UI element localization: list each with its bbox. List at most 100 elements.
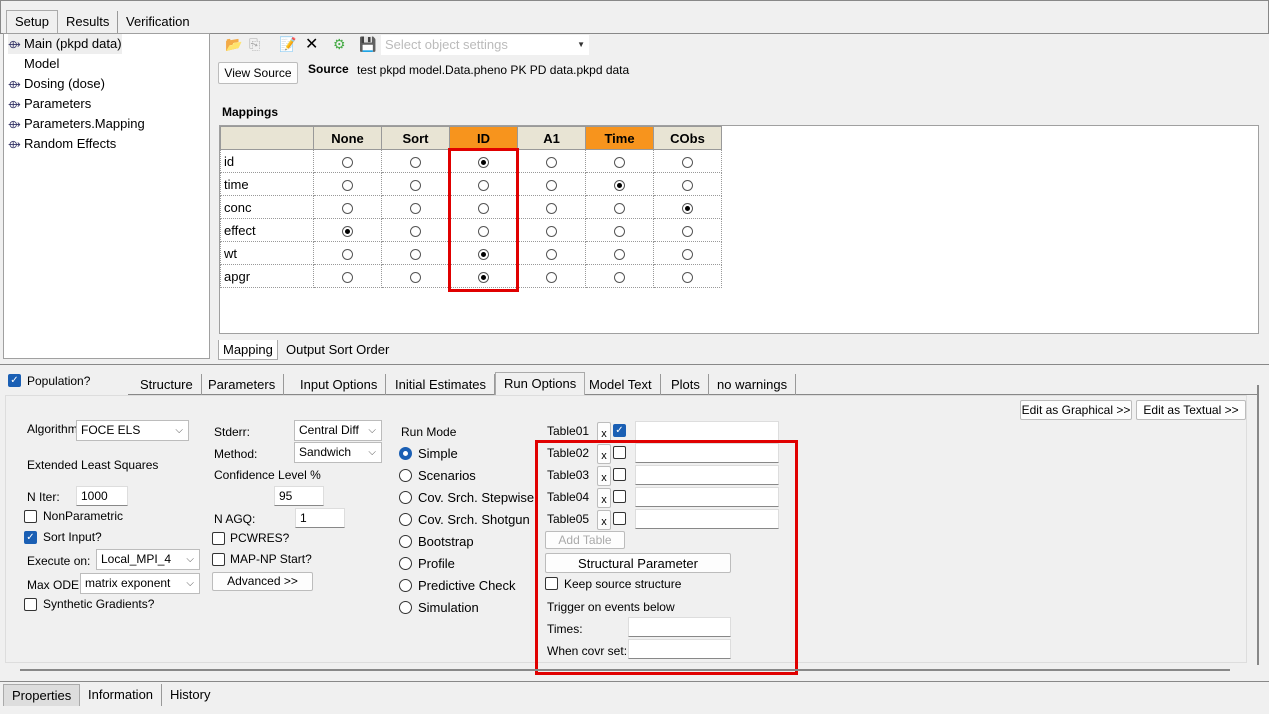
mapping-radio[interactable] <box>614 271 625 283</box>
advanced-button[interactable]: Advanced >> <box>212 572 313 591</box>
mapping-cell[interactable] <box>517 218 586 242</box>
tab-verification[interactable]: Verification <box>118 11 198 33</box>
table-enable-checkbox[interactable]: ✓ <box>613 424 626 437</box>
mapping-cell[interactable] <box>585 195 654 219</box>
run-mode-radio[interactable] <box>399 535 412 548</box>
pcwres-checkbox[interactable] <box>212 532 225 545</box>
mapping-cell[interactable] <box>381 218 450 242</box>
niter-input[interactable]: 1000 <box>76 486 128 506</box>
mapping-column-header[interactable]: Time <box>585 126 654 150</box>
mapping-cell[interactable] <box>381 149 450 173</box>
import-settings-icon[interactable]: ⚙ <box>333 36 346 53</box>
edit-as-graphical-button[interactable]: Edit as Graphical >> <box>1020 400 1132 420</box>
table-name-input[interactable] <box>635 421 779 441</box>
tab-input-options[interactable]: Input Options <box>292 374 387 396</box>
tab-plots[interactable]: Plots <box>663 374 709 396</box>
mapping-radio[interactable] <box>546 156 557 168</box>
mapping-radio[interactable] <box>682 202 693 214</box>
object-settings-select[interactable]: Select object settings ▼ <box>381 35 589 55</box>
mapping-radio[interactable] <box>342 202 353 214</box>
save-settings-icon[interactable]: 💾 <box>359 36 376 53</box>
mapping-radio[interactable] <box>614 225 625 237</box>
mapping-cell[interactable] <box>653 264 722 288</box>
mapping-cell[interactable] <box>381 195 450 219</box>
population-checkbox[interactable]: ✓ <box>8 374 21 387</box>
mapping-cell[interactable] <box>653 172 722 196</box>
mapping-cell[interactable] <box>381 172 450 196</box>
mapping-radio[interactable] <box>410 179 421 191</box>
tab-parameters[interactable]: Parameters <box>200 374 285 396</box>
mapping-cell[interactable] <box>585 218 654 242</box>
tree-item[interactable]: ⟴ Random Effects <box>8 134 116 154</box>
mapping-radio[interactable] <box>342 225 353 237</box>
mapping-cell[interactable] <box>653 218 722 242</box>
mapping-cell[interactable] <box>313 264 382 288</box>
tab-structure[interactable]: Structure <box>132 374 202 396</box>
edit-document-icon[interactable]: 📝 <box>279 36 296 53</box>
map-np-start-checkbox[interactable] <box>212 553 225 566</box>
run-mode-radio[interactable] <box>399 557 412 570</box>
mapping-radio[interactable] <box>410 271 421 283</box>
tab-no-warnings[interactable]: no warnings <box>709 374 797 396</box>
mapping-radio[interactable] <box>614 202 625 214</box>
mapping-radio[interactable] <box>410 248 421 260</box>
horizontal-scrollbar[interactable] <box>20 669 1230 671</box>
mapping-cell[interactable] <box>381 241 450 265</box>
run-mode-radio[interactable] <box>399 513 412 526</box>
tab-initial-estimates[interactable]: Initial Estimates <box>387 374 496 396</box>
mapping-radio[interactable] <box>546 202 557 214</box>
mapping-column-header[interactable]: None <box>313 126 382 150</box>
tab-model-text[interactable]: Model Text <box>581 374 661 396</box>
run-mode-radio[interactable] <box>399 491 412 504</box>
mapping-cell[interactable] <box>517 149 586 173</box>
mapping-radio[interactable] <box>342 248 353 260</box>
run-mode-radio[interactable] <box>399 469 412 482</box>
tab-output-sort-order[interactable]: Output Sort Order <box>286 342 389 357</box>
copy-icon[interactable]: ⎘ <box>249 36 260 53</box>
mapping-cell[interactable] <box>585 264 654 288</box>
mapping-radio[interactable] <box>682 248 693 260</box>
mapping-radio[interactable] <box>342 179 353 191</box>
tab-information[interactable]: Information <box>80 684 163 706</box>
mapping-cell[interactable] <box>313 149 382 173</box>
mapping-cell[interactable] <box>653 241 722 265</box>
view-source-button[interactable]: View Source <box>218 62 298 84</box>
mapping-cell[interactable] <box>381 264 450 288</box>
mapping-cell[interactable] <box>585 149 654 173</box>
open-folder-icon[interactable]: 📂 <box>225 36 242 53</box>
mapping-cell[interactable] <box>313 195 382 219</box>
tree-item[interactable]: ⟴ Dosing (dose) <box>8 74 105 94</box>
sort-input-checkbox[interactable]: ✓ <box>24 531 37 544</box>
mapping-cell[interactable] <box>517 241 586 265</box>
mapping-cell[interactable] <box>585 172 654 196</box>
mapping-column-header[interactable]: A1 <box>517 126 586 150</box>
mapping-radio[interactable] <box>410 225 421 237</box>
confidence-level-input[interactable]: 95 <box>274 486 324 506</box>
mapping-cell[interactable] <box>653 149 722 173</box>
tree-item[interactable]: ⟴ Parameters <box>8 94 91 114</box>
mapping-radio[interactable] <box>682 271 693 283</box>
mapping-radio[interactable] <box>614 179 625 191</box>
delete-icon[interactable]: ✕ <box>305 34 318 54</box>
mapping-radio[interactable] <box>546 225 557 237</box>
tab-history[interactable]: History <box>162 684 218 706</box>
mapping-cell[interactable] <box>653 195 722 219</box>
mapping-radio[interactable] <box>614 248 625 260</box>
tree-item[interactable]: Model <box>8 54 59 74</box>
tree-item[interactable]: ⟴ Parameters.Mapping <box>8 114 145 134</box>
vertical-scrollbar[interactable] <box>1257 385 1259 665</box>
run-mode-radio[interactable] <box>399 579 412 592</box>
mapping-radio[interactable] <box>682 225 693 237</box>
method-select[interactable]: Sandwich ⌵ <box>294 442 382 463</box>
mapping-radio[interactable] <box>682 156 693 168</box>
tab-results[interactable]: Results <box>58 11 119 33</box>
nonparametric-checkbox[interactable] <box>24 510 37 523</box>
mapping-radio[interactable] <box>546 248 557 260</box>
run-mode-radio[interactable] <box>399 447 412 460</box>
algorithm-select[interactable]: FOCE ELS ⌵ <box>76 420 189 441</box>
mapping-cell[interactable] <box>313 218 382 242</box>
nagq-input[interactable]: 1 <box>295 508 345 528</box>
mapping-cell[interactable] <box>517 264 586 288</box>
execute-on-select[interactable]: Local_MPI_4 ⌵ <box>96 549 200 570</box>
mapping-cell[interactable] <box>313 172 382 196</box>
